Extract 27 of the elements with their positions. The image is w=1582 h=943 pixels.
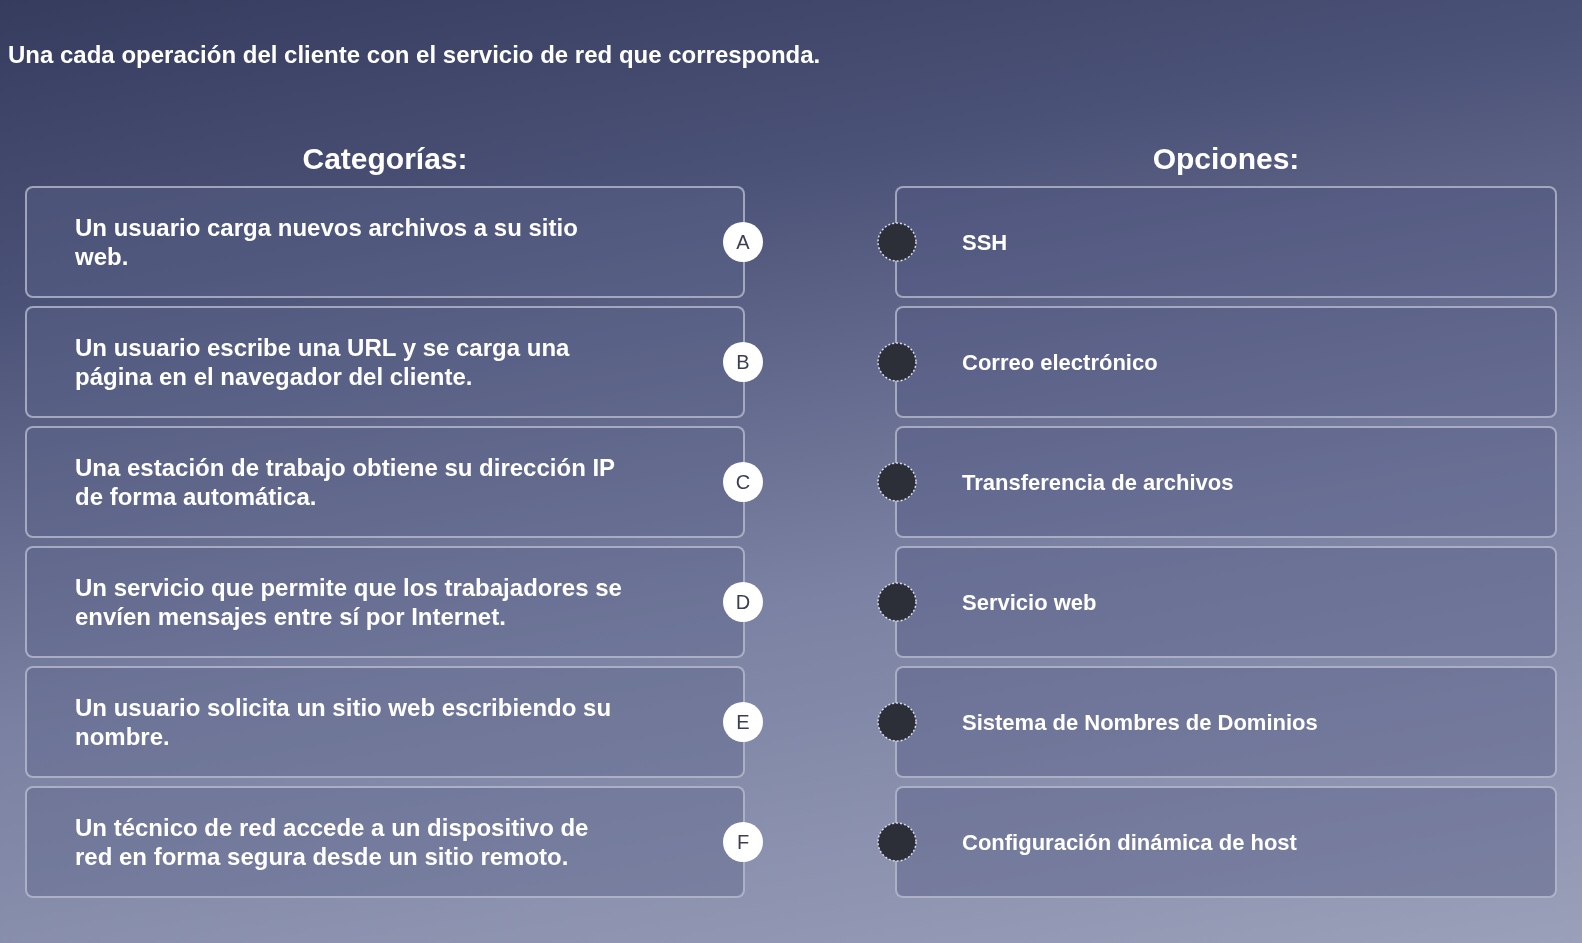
category-text: Un técnico de red accede a un dispositivo de red en forma segura desde un sitio remoto. [75, 813, 590, 871]
option-text: Sistema de Nombres de Dominios [962, 708, 1318, 737]
option-text: SSH [962, 228, 1008, 257]
instruction-text: Una cada operación del cliente con el servicio de red que corresponda. [8, 40, 821, 70]
handle-dot-icon[interactable] [877, 222, 917, 262]
category-text: Un usuario escribe una URL y se carga una página en el navegador del cliente. [75, 333, 571, 391]
letter-badge[interactable]: C [723, 462, 763, 502]
letter-badge[interactable]: D [723, 582, 763, 622]
handle-dot-icon[interactable] [877, 462, 917, 502]
options-heading: Opciones: [1152, 140, 1300, 177]
letter-badge[interactable]: B [723, 342, 763, 382]
categories-heading: Categorías: [302, 140, 468, 177]
handle-dot-icon[interactable] [877, 582, 917, 622]
category-text: Un usuario solicita un sitio web escribiendo su nombre. [75, 693, 613, 751]
handle-dot-icon[interactable] [877, 702, 917, 742]
category-text: Un servicio que permite que los trabajadores se envíen mensajes entre sí por Internet. [75, 573, 622, 631]
option-text: Transferencia de archivos [962, 468, 1234, 497]
category-text: Un usuario carga nuevos archivos a su sitio web. [75, 213, 579, 271]
option-text: Correo electrónico [962, 348, 1158, 377]
letter-badge[interactable]: F [723, 822, 763, 862]
letter-badge[interactable]: A [723, 222, 763, 262]
category-text: Una estación de trabajo obtiene su dirección IP de forma automática. [75, 453, 616, 511]
letter-badge[interactable]: E [723, 702, 763, 742]
option-text: Servicio web [962, 588, 1097, 617]
handle-dot-icon[interactable] [877, 822, 917, 862]
option-text: Configuración dinámica de host [962, 828, 1297, 857]
handle-dot-icon[interactable] [877, 342, 917, 382]
